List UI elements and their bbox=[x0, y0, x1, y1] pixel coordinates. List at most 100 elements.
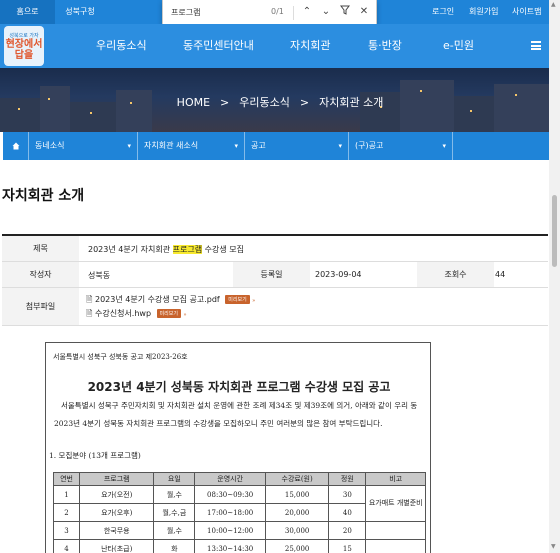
column-header: 비고 bbox=[365, 472, 426, 486]
table-cell: 08:30~09:30 bbox=[194, 485, 266, 504]
table-cell: 2 bbox=[52, 503, 81, 522]
attachment-name[interactable]: 수강신청서.hwp bbox=[95, 309, 151, 318]
subnav-center-news[interactable]: 자치회관 새소식 ▾ bbox=[138, 132, 245, 160]
login-link[interactable]: 로그인 bbox=[432, 0, 454, 24]
program-table-header: 연번 프로그램 요일 운영시간 수강료(원) 정원 비고 bbox=[52, 472, 426, 486]
table-cell bbox=[365, 539, 426, 553]
post-title: 2023년 4분기 자치회관 프로그램 수강생 모집 bbox=[88, 245, 244, 254]
subnav-label: 동네소식 bbox=[35, 141, 65, 150]
attachment-name[interactable]: 2023년 4분기 수강생 모집 공고.pdf bbox=[95, 295, 220, 304]
subnav-label: 자치회관 새소식 bbox=[144, 141, 199, 150]
document-section-heading: 1. 모집분야 (13개 프로그램) bbox=[49, 451, 141, 460]
file-icon: 🗎 bbox=[86, 295, 93, 304]
nav-item-tong-ban[interactable]: 통·반장 bbox=[368, 24, 402, 68]
menu-icon[interactable] bbox=[531, 41, 541, 50]
preview-button[interactable]: 미리보기 bbox=[156, 309, 181, 318]
scroll-up-icon[interactable]: ▲ bbox=[551, 1, 556, 8]
views-label: 조회수 bbox=[417, 262, 494, 287]
subnav-dong-news[interactable]: 동네소식 ▾ bbox=[29, 132, 138, 160]
table-cell: 월,수 bbox=[153, 521, 196, 540]
table-cell: 40 bbox=[328, 503, 367, 522]
subnav-notice[interactable]: 공고 ▾ bbox=[245, 132, 349, 160]
column-header: 요일 bbox=[153, 472, 196, 486]
attachments-row: 첨부파일 🗎 2023년 4분기 수강생 모집 공고.pdf 미리보기 » 🗎 … bbox=[2, 288, 548, 326]
find-input[interactable]: 프로그램 bbox=[171, 7, 200, 18]
chevron-down-icon: ▾ bbox=[234, 142, 238, 150]
chevron-down-icon: ▾ bbox=[127, 142, 131, 150]
attachment-item[interactable]: 🗎 2023년 4분기 수강생 모집 공고.pdf 미리보기 » bbox=[86, 294, 255, 308]
post-title-row: 제목 2023년 4분기 자치회관 프로그램 수강생 모집 bbox=[2, 236, 548, 262]
preview-button[interactable]: 미리보기 bbox=[225, 295, 250, 304]
find-close-icon[interactable]: ✕ bbox=[357, 5, 371, 19]
scroll-down-icon[interactable]: ▼ bbox=[551, 543, 556, 550]
table-cell: 30 bbox=[328, 485, 367, 504]
table-cell: 30,000 bbox=[264, 521, 330, 540]
table-cell: 20 bbox=[328, 521, 367, 540]
breadcrumb: HOME > 우리동소식 > 자치회관 소개 bbox=[0, 94, 560, 110]
logo-tagline: 성북으로 가자 bbox=[9, 33, 39, 39]
post-info-table: 제목 2023년 4분기 자치회관 프로그램 수강생 모집 작성자 성북동 등록… bbox=[2, 234, 548, 326]
date-label: 등록일 bbox=[233, 262, 310, 287]
note-cell: 요가매트 개별준비 bbox=[365, 485, 426, 522]
subnav-home-icon[interactable] bbox=[3, 132, 29, 160]
signup-link[interactable]: 회원가입 bbox=[469, 0, 498, 24]
attachment-item[interactable]: 🗎 수강신청서.hwp 미리보기 » bbox=[86, 308, 187, 322]
column-header: 수강료(원) bbox=[264, 472, 330, 486]
table-row: 1 요가(오전) 월,수 08:30~09:30 15,000 30 요가매트 … bbox=[52, 485, 426, 522]
home-tab[interactable]: 홈으로 bbox=[0, 0, 55, 24]
find-previous-icon[interactable]: ⌃ bbox=[300, 5, 314, 19]
nav-item-center-info[interactable]: 동주민센터안내 bbox=[183, 24, 254, 68]
hero-light bbox=[90, 112, 92, 114]
table-cell: 요가(오후) bbox=[79, 503, 155, 522]
author-value: 성북동 bbox=[88, 271, 111, 280]
table-cell: 화 bbox=[153, 539, 196, 553]
table-row: 4 난타(초급) 화 13:30~14:30 25,000 15 bbox=[52, 539, 426, 553]
author-label: 작성자 bbox=[2, 262, 79, 287]
nav-item-community-center[interactable]: 자치회관 bbox=[290, 24, 330, 68]
site-logo[interactable]: 성북으로 가자 현장에서 답을 bbox=[4, 26, 44, 66]
breadcrumb-separator: > bbox=[299, 96, 310, 109]
attachments-label: 첨부파일 bbox=[2, 288, 79, 325]
nav-item-dong-news[interactable]: 우리동소식 bbox=[96, 24, 147, 68]
column-header: 연번 bbox=[52, 472, 81, 486]
document-header: 서울특별시 성북구 성북동 공고 제2023-26호 bbox=[53, 353, 188, 361]
chevron-down-icon: ▾ bbox=[442, 142, 446, 150]
district-office-tab[interactable]: 성북구청 bbox=[55, 0, 105, 24]
chevron-right-icon: » bbox=[252, 298, 256, 304]
find-filter-icon[interactable] bbox=[338, 5, 352, 19]
table-cell: 월,수,금 bbox=[153, 503, 196, 522]
find-bar: 프로그램 0/1 ⌃ ⌄ ✕ bbox=[162, 0, 377, 26]
table-cell: 15 bbox=[328, 539, 367, 553]
table-cell: 20,000 bbox=[264, 503, 330, 522]
breadcrumb-separator: > bbox=[220, 96, 230, 109]
table-cell: 한국무용 bbox=[79, 521, 155, 540]
table-cell: 난타(초급) bbox=[79, 539, 155, 553]
page-scrollbar[interactable]: ▲ ▼ bbox=[549, 0, 560, 553]
column-header: 운영시간 bbox=[194, 472, 266, 486]
table-cell: 13:30~14:30 bbox=[194, 539, 266, 553]
table-cell: 1 bbox=[52, 485, 81, 504]
breadcrumb-section[interactable]: 우리동소식 bbox=[239, 96, 290, 109]
program-table: 연번 프로그램 요일 운영시간 수강료(원) 정원 비고 1 요가(오전) 월,… bbox=[52, 472, 426, 553]
hero-light bbox=[470, 110, 472, 112]
views-value: 44 bbox=[495, 270, 506, 279]
sitemap-link[interactable]: 사이트맵 bbox=[512, 0, 541, 24]
page-title: 자치회관 소개 bbox=[2, 188, 85, 204]
nav-item-e-civil[interactable]: e-민원 bbox=[443, 24, 474, 68]
find-next-icon[interactable]: ⌄ bbox=[319, 5, 333, 19]
table-cell bbox=[365, 521, 426, 540]
breadcrumb-home[interactable]: HOME bbox=[177, 96, 210, 109]
scrollbar-thumb[interactable] bbox=[552, 195, 557, 267]
subnav-old-notice[interactable]: (구)공고 ▾ bbox=[349, 132, 453, 160]
table-cell: 3 bbox=[52, 521, 81, 540]
breadcrumb-current: 자치회관 소개 bbox=[319, 96, 384, 109]
table-cell: 17:00~18:00 bbox=[194, 503, 266, 522]
search-highlight: 프로그램 bbox=[172, 245, 203, 254]
table-cell: 요가(오전) bbox=[79, 485, 155, 504]
table-cell: 10:00~12:00 bbox=[194, 521, 266, 540]
table-row: 3 한국무용 월,수 10:00~12:00 30,000 20 bbox=[52, 521, 426, 540]
notice-document: 서울특별시 성북구 성북동 공고 제2023-26호 2023년 4분기 성북동… bbox=[45, 342, 431, 553]
subnav-label: 공고 bbox=[251, 141, 266, 150]
sub-navigation: 동네소식 ▾ 자치회관 새소식 ▾ 공고 ▾ (구)공고 ▾ bbox=[3, 132, 549, 160]
find-match-count: 0/1 bbox=[271, 7, 284, 16]
